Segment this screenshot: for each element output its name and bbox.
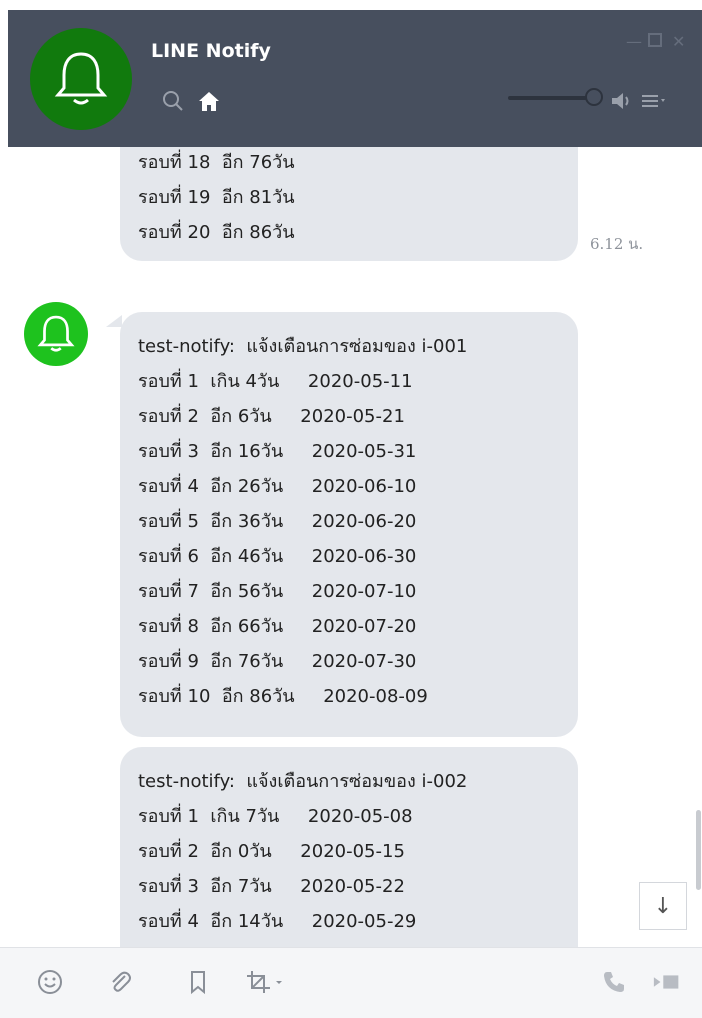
message-line: รอบที่ 19 อีก 81วัน bbox=[138, 187, 295, 208]
attach-icon[interactable] bbox=[104, 966, 136, 998]
chat-area: รอบที่ 18 อีก 76วัน รอบที่ 19 อีก 81วัน … bbox=[0, 147, 702, 947]
message-line: รอบที่ 4 อีก 26วัน 2020-06-10 bbox=[138, 476, 417, 497]
message-line: รอบที่ 2 อีก 6วัน 2020-05-21 bbox=[138, 406, 405, 427]
home-icon[interactable] bbox=[196, 88, 222, 114]
message-line: รอบที่ 3 อีก 7วัน 2020-05-22 bbox=[138, 876, 405, 897]
arrow-down-icon: ↓ bbox=[653, 893, 673, 919]
message-line: รอบที่ 1 เกิน 4วัน 2020-05-11 bbox=[138, 371, 413, 392]
search-icon[interactable] bbox=[160, 88, 186, 114]
scroll-to-bottom-button[interactable]: ↓ bbox=[639, 882, 687, 930]
call-icon[interactable] bbox=[598, 966, 630, 998]
message-bubble: รอบที่ 18 อีก 76วัน รอบที่ 19 อีก 81วัน … bbox=[120, 147, 578, 261]
maximize-icon[interactable] bbox=[648, 32, 662, 51]
close-icon[interactable]: ✕ bbox=[672, 32, 685, 51]
message-line: รอบที่ 5 อีก 36วัน 2020-06-20 bbox=[138, 511, 417, 532]
crop-icon[interactable] bbox=[244, 966, 288, 998]
message-bubble: test-notify: แจ้งเตือนการซ่อมของ i-001 ร… bbox=[120, 312, 578, 737]
volume-slider-track[interactable] bbox=[508, 96, 588, 100]
message-timestamp: 6.12 น. bbox=[590, 235, 644, 253]
bell-icon bbox=[54, 52, 108, 105]
message-line: รอบที่ 6 อีก 46วัน 2020-06-30 bbox=[138, 546, 417, 567]
message-line: รอบที่ 18 อีก 76วัน bbox=[138, 152, 295, 173]
message-line: test-notify: แจ้งเตือนการซ่อมของ i-001 bbox=[138, 336, 468, 357]
input-toolbar bbox=[0, 947, 702, 1018]
message-line: รอบที่ 9 อีก 76วัน 2020-07-30 bbox=[138, 651, 417, 672]
minimize-icon[interactable]: — bbox=[626, 32, 642, 51]
message-line: รอบที่ 4 อีก 14วัน 2020-05-29 bbox=[138, 911, 417, 932]
emoji-icon[interactable] bbox=[34, 966, 66, 998]
message-line: รอบที่ 2 อีก 0วัน 2020-05-15 bbox=[138, 841, 405, 862]
bubble-tail bbox=[106, 315, 122, 327]
menu-icon[interactable] bbox=[640, 88, 666, 114]
message-line: รอบที่ 7 อีก 56วัน 2020-07-10 bbox=[138, 581, 417, 602]
page-title: LINE Notify bbox=[151, 40, 271, 62]
send-icon[interactable] bbox=[652, 966, 684, 998]
message-bubble: test-notify: แจ้งเตือนการซ่อมของ i-002 ร… bbox=[120, 747, 578, 947]
chat-header: LINE Notify — ✕ bbox=[8, 10, 702, 147]
message-line: รอบที่ 3 อีก 16วัน 2020-05-31 bbox=[138, 441, 417, 462]
message-line: รอบที่ 20 อีก 86วัน bbox=[138, 222, 295, 243]
bell-icon bbox=[37, 315, 75, 352]
message-line: รอบที่ 8 อีก 66วัน 2020-07-20 bbox=[138, 616, 417, 637]
volume-slider-handle[interactable] bbox=[585, 88, 603, 106]
scrollbar[interactable] bbox=[696, 810, 701, 890]
bookmark-icon[interactable] bbox=[182, 966, 214, 998]
message-line: รอบที่ 10 อีก 86วัน 2020-08-09 bbox=[138, 686, 428, 707]
message-line: test-notify: แจ้งเตือนการซ่อมของ i-002 bbox=[138, 771, 468, 792]
avatar[interactable] bbox=[30, 28, 132, 130]
message-line: รอบที่ 1 เกิน 7วัน 2020-05-08 bbox=[138, 806, 413, 827]
avatar[interactable] bbox=[24, 302, 88, 366]
volume-icon[interactable] bbox=[608, 88, 634, 114]
